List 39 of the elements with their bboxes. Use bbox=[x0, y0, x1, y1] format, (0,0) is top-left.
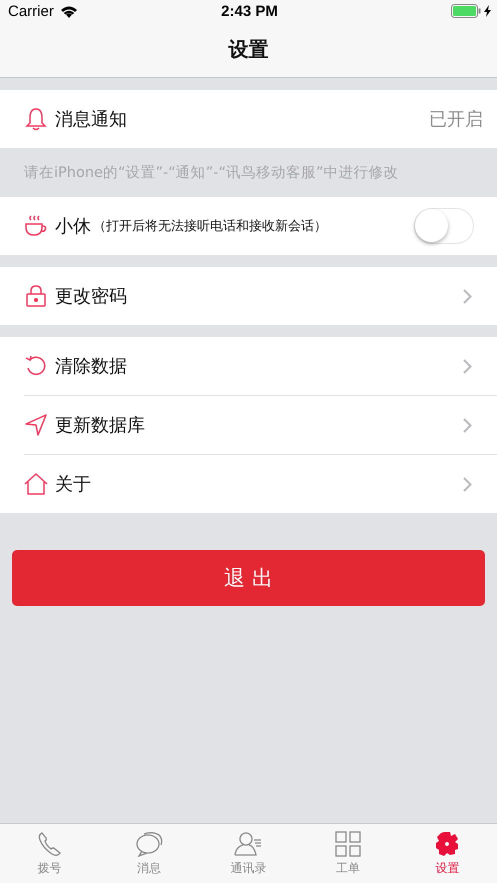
settings-row[interactable]: 关于 bbox=[0, 455, 497, 513]
cup-icon bbox=[24, 214, 48, 238]
status-value: 已开启 bbox=[429, 108, 483, 131]
battery-icon bbox=[451, 4, 482, 18]
phone-icon bbox=[36, 830, 63, 856]
chevron-icon bbox=[463, 418, 472, 432]
wifi-icon bbox=[60, 4, 78, 18]
row-note: （打开后将无法接听电话和接收新会话） bbox=[93, 218, 327, 235]
grid-icon bbox=[334, 830, 361, 856]
status-time: 2:43 PM bbox=[221, 2, 278, 20]
settings-row[interactable]: 消息通知 已开启 bbox=[0, 90, 497, 148]
settings-icon bbox=[434, 830, 460, 856]
settings-row[interactable]: 清除数据 bbox=[0, 337, 497, 395]
footer-hint: 请在iPhone的“设置”-“通知”-“讯鸟移动客服”中进行修改 bbox=[23, 164, 400, 183]
row-label: 清除数据 bbox=[55, 355, 127, 378]
screen-title: 设置 bbox=[228, 36, 268, 63]
row-label: 消息通知 bbox=[55, 108, 127, 131]
chevron-icon bbox=[463, 358, 472, 374]
toggle-switch[interactable] bbox=[414, 208, 474, 244]
settings-row[interactable]: 小休（打开后将无法接听电话和接收新会话） bbox=[0, 197, 497, 255]
row-label: 关于 bbox=[55, 473, 91, 496]
tab-item[interactable]: 设置 bbox=[398, 824, 497, 883]
settings-row[interactable]: 更新数据库 bbox=[0, 396, 497, 454]
bell-icon bbox=[25, 107, 47, 131]
chevron-icon bbox=[463, 476, 472, 492]
logout-button[interactable]: 退 出 bbox=[12, 550, 485, 606]
row-label: 小休 bbox=[55, 215, 91, 238]
settings-row[interactable]: 更改密码 bbox=[0, 267, 497, 325]
charging-icon bbox=[484, 5, 492, 17]
navigation-icon bbox=[25, 414, 47, 436]
carrier-name: Carrier bbox=[8, 2, 54, 20]
row-label: 更新数据库 bbox=[55, 414, 145, 437]
row-label: 更改密码 bbox=[55, 285, 127, 308]
house-icon bbox=[24, 473, 48, 495]
chevron-icon bbox=[463, 288, 472, 304]
chat-icon bbox=[135, 830, 164, 856]
refresh-icon bbox=[25, 355, 47, 377]
lock-icon bbox=[25, 285, 47, 307]
contacts-icon bbox=[234, 830, 264, 856]
